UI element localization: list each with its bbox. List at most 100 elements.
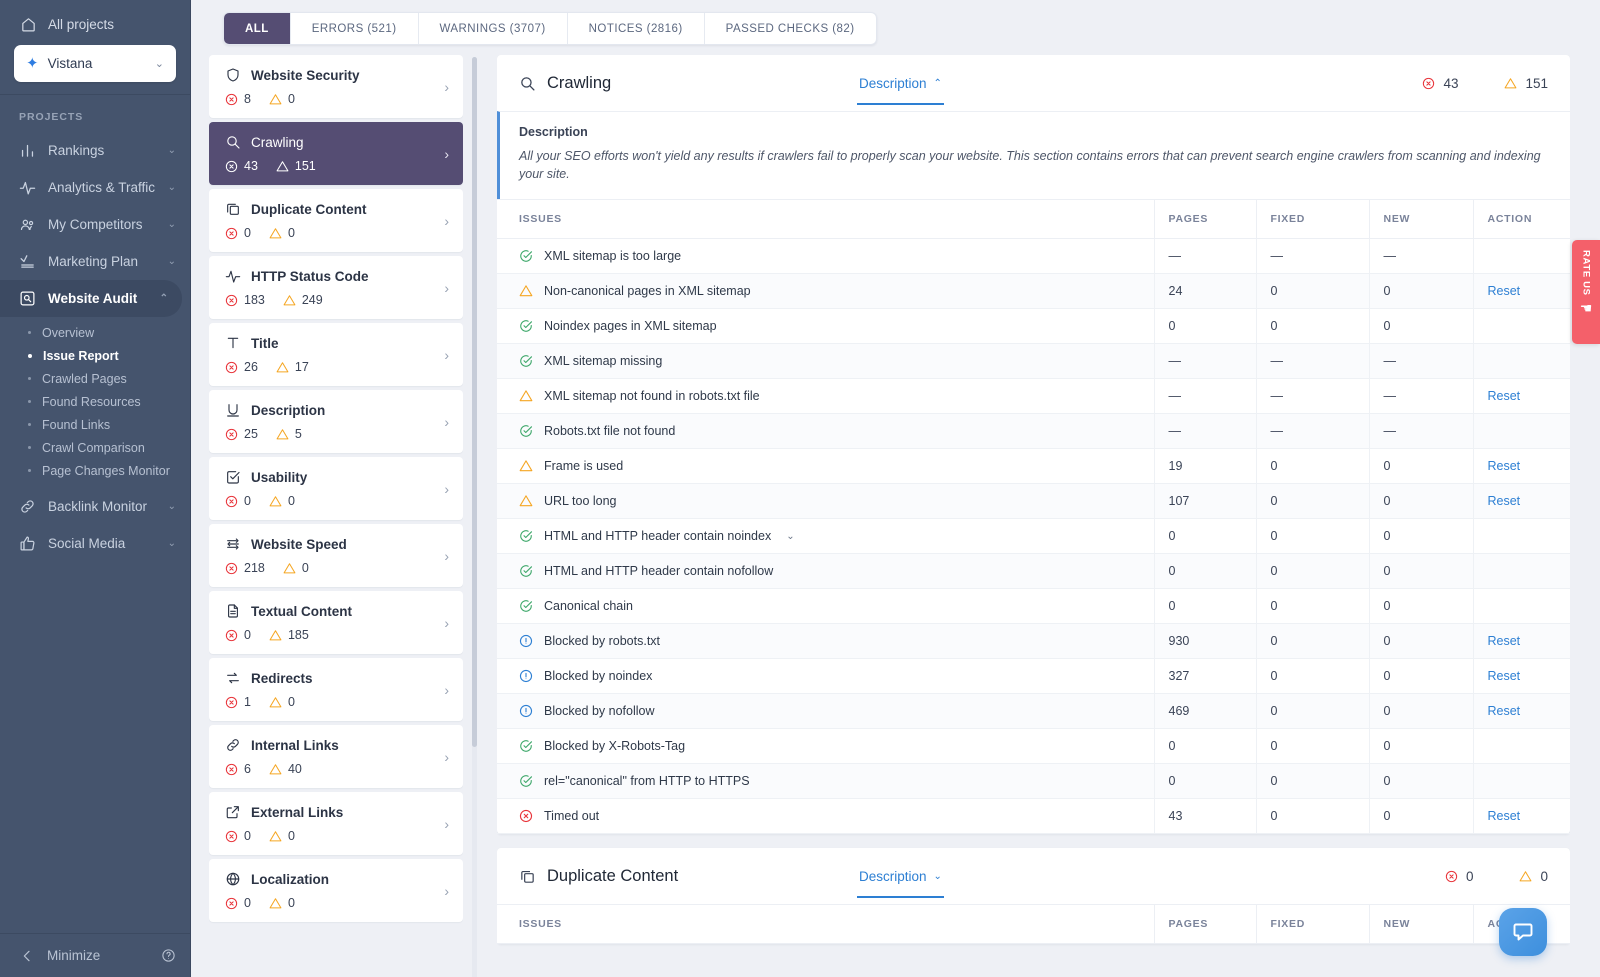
cell-fixed: 0 [1255, 588, 1369, 624]
warning-count-value: 249 [301, 293, 323, 307]
sidebar-item-label: Marketing Plan [48, 254, 139, 269]
category-name: Website Security [251, 67, 360, 83]
description-toggle[interactable]: Description ⌄ [857, 848, 944, 904]
cell-new: 0 [1368, 798, 1473, 834]
reset-link[interactable]: Reset [1488, 284, 1521, 298]
table-row[interactable]: Blocked by noindex 327 0 0 Reset [497, 658, 1570, 694]
sidebar-item-my-competitors[interactable]: My Competitors ⌄ [0, 206, 190, 243]
table-row[interactable]: HTML and HTTP header contain noindex ⌄ 0 0 0 [497, 518, 1570, 554]
reset-link[interactable]: Reset [1488, 494, 1521, 508]
sidebar-subitem-overview[interactable]: Overview [0, 321, 190, 344]
sidebar-subitem-issue-report[interactable]: Issue Report [0, 344, 190, 367]
category-card[interactable]: Website Security 8 0 › [209, 55, 463, 118]
all-projects-link[interactable]: All projects [14, 14, 176, 45]
category-card[interactable]: Crawling 43 151 › [209, 122, 463, 185]
category-card[interactable]: HTTP Status Code 183 249 › [209, 256, 463, 319]
category-card[interactable]: Usability 0 0 › [209, 457, 463, 520]
cell-action: Reset [1472, 658, 1570, 694]
panel-title: Duplicate Content [519, 867, 857, 886]
category-card[interactable]: Description 25 5 › [209, 390, 463, 453]
reset-link[interactable]: Reset [1488, 704, 1521, 718]
tab-warnings[interactable]: WARNINGS (3707) [417, 13, 567, 44]
category-card[interactable]: External Links 0 0 › [209, 792, 463, 855]
error-count-value: 8 [244, 92, 251, 106]
category-error-count: 8 [225, 92, 251, 106]
sidebar-item-website-audit[interactable]: Website Audit ⌃ [0, 280, 182, 317]
chat-button[interactable] [1499, 908, 1547, 956]
cell-fixed: 0 [1255, 273, 1369, 309]
table-row[interactable]: XML sitemap missing — — — [497, 343, 1570, 379]
sidebar-item-social-media[interactable]: Social Media ⌄ [0, 525, 190, 562]
category-name: Duplicate Content [251, 201, 367, 217]
table-row[interactable]: Blocked by robots.txt 930 0 0 Reset [497, 623, 1570, 659]
project-selector[interactable]: ✦ Vistana ⌄ [14, 45, 176, 82]
category-card[interactable]: Textual Content 0 185 › [209, 591, 463, 654]
table-row[interactable]: Noindex pages in XML sitemap 0 0 0 [497, 308, 1570, 344]
sidebar-subitem-page-changes-monitor[interactable]: Page Changes Monitor [0, 459, 190, 482]
column-header-issues: ISSUES [497, 904, 1154, 944]
category-card[interactable]: Title 26 17 › [209, 323, 463, 386]
sidebar-item-rankings[interactable]: Rankings ⌄ [0, 132, 190, 169]
chevron-right-icon: › [444, 748, 449, 765]
tab-errors[interactable]: ERRORS (521) [289, 13, 418, 44]
category-card[interactable]: Internal Links 6 40 › [209, 725, 463, 788]
table-row[interactable]: Blocked by X-Robots-Tag 0 0 0 [497, 728, 1570, 764]
cell-new: 0 [1368, 623, 1473, 659]
rate-us-tab[interactable]: RATE US ☚ [1572, 240, 1600, 344]
category-card[interactable]: Localization 0 0 › [209, 859, 463, 922]
warning-icon [269, 696, 282, 707]
category-list-scrollbar[interactable] [472, 57, 477, 977]
reset-link[interactable]: Reset [1488, 669, 1521, 683]
cell-new: — [1368, 343, 1473, 379]
table-row[interactable]: Timed out 43 0 0 Reset [497, 798, 1570, 834]
table-row[interactable]: Robots.txt file not found — — — [497, 413, 1570, 449]
reset-link[interactable]: Reset [1488, 809, 1521, 823]
table-row[interactable]: Non-canonical pages in XML sitemap 24 0 0 Re… [497, 273, 1570, 309]
category-name: Description [251, 402, 326, 418]
tab-passed-checks[interactable]: PASSED CHECKS (82) [703, 13, 876, 44]
table-row[interactable]: rel="canonical" from HTTP to HTTPS 0 0 0 [497, 763, 1570, 799]
warning-icon [269, 763, 282, 774]
tab-all[interactable]: ALL [224, 13, 290, 44]
warning-count-value: 40 [287, 762, 302, 776]
category-error-count: 6 [225, 762, 251, 776]
reset-link[interactable]: Reset [1488, 634, 1521, 648]
sidebar-item-analytics-traffic[interactable]: Analytics & Traffic ⌄ [0, 169, 190, 206]
warning-icon [269, 830, 282, 841]
table-row[interactable]: Blocked by nofollow 469 0 0 Reset [497, 693, 1570, 729]
scrollbar-thumb[interactable] [472, 57, 477, 747]
check-circle-icon [520, 565, 533, 577]
cell-action: Reset [1472, 483, 1570, 519]
chevron-down-icon[interactable]: ⌄ [786, 531, 794, 542]
table-row[interactable]: HTML and HTTP header contain nofollow 0 0 0 [497, 553, 1570, 589]
sidebar-item-backlink-monitor[interactable]: Backlink Monitor ⌄ [0, 488, 190, 525]
table-row[interactable]: XML sitemap not found in robots.txt file… [497, 378, 1570, 414]
description-toggle[interactable]: Description ⌃ [857, 55, 944, 111]
table-row[interactable]: Frame is used 19 0 0 Reset [497, 448, 1570, 484]
table-row[interactable]: XML sitemap is too large — — — [497, 238, 1570, 274]
tab-notices[interactable]: NOTICES (2816) [566, 13, 704, 44]
sidebar-subitem-found-resources[interactable]: Found Resources [0, 390, 190, 413]
reset-link[interactable]: Reset [1488, 459, 1521, 473]
sidebar-subitem-crawl-comparison[interactable]: Crawl Comparison [0, 436, 190, 459]
sidebar-subitem-crawled-pages[interactable]: Crawled Pages [0, 367, 190, 390]
chevron-right-icon: › [444, 279, 449, 296]
category-card[interactable]: Website Speed 218 0 › [209, 524, 463, 587]
check-circle-icon [520, 530, 533, 542]
cell-pages: 0 [1153, 763, 1256, 799]
sidebar-item-marketing-plan[interactable]: Marketing Plan ⌄ [0, 243, 190, 280]
reset-link[interactable]: Reset [1488, 389, 1521, 403]
error-icon [225, 294, 238, 306]
help-circle-icon[interactable] [161, 948, 176, 963]
category-card[interactable]: Duplicate Content 0 0 › [209, 189, 463, 252]
column-header-issues: ISSUES [497, 199, 1154, 239]
table-row[interactable]: URL too long 107 0 0 Reset [497, 483, 1570, 519]
cell-new: 0 [1368, 308, 1473, 344]
sidebar-subitem-found-links[interactable]: Found Links [0, 413, 190, 436]
sidebar-nav: Rankings ⌄ Analytics & Traffic ⌄ My Comp… [0, 132, 190, 933]
pointing-hand-icon: ☚ [1579, 299, 1593, 316]
panel-counts: 43 151 [1422, 76, 1548, 91]
table-row[interactable]: Canonical chain 0 0 0 [497, 588, 1570, 624]
category-card[interactable]: Redirects 1 0 › [209, 658, 463, 721]
sidebar-minimize-button[interactable]: Minimize [0, 933, 190, 977]
